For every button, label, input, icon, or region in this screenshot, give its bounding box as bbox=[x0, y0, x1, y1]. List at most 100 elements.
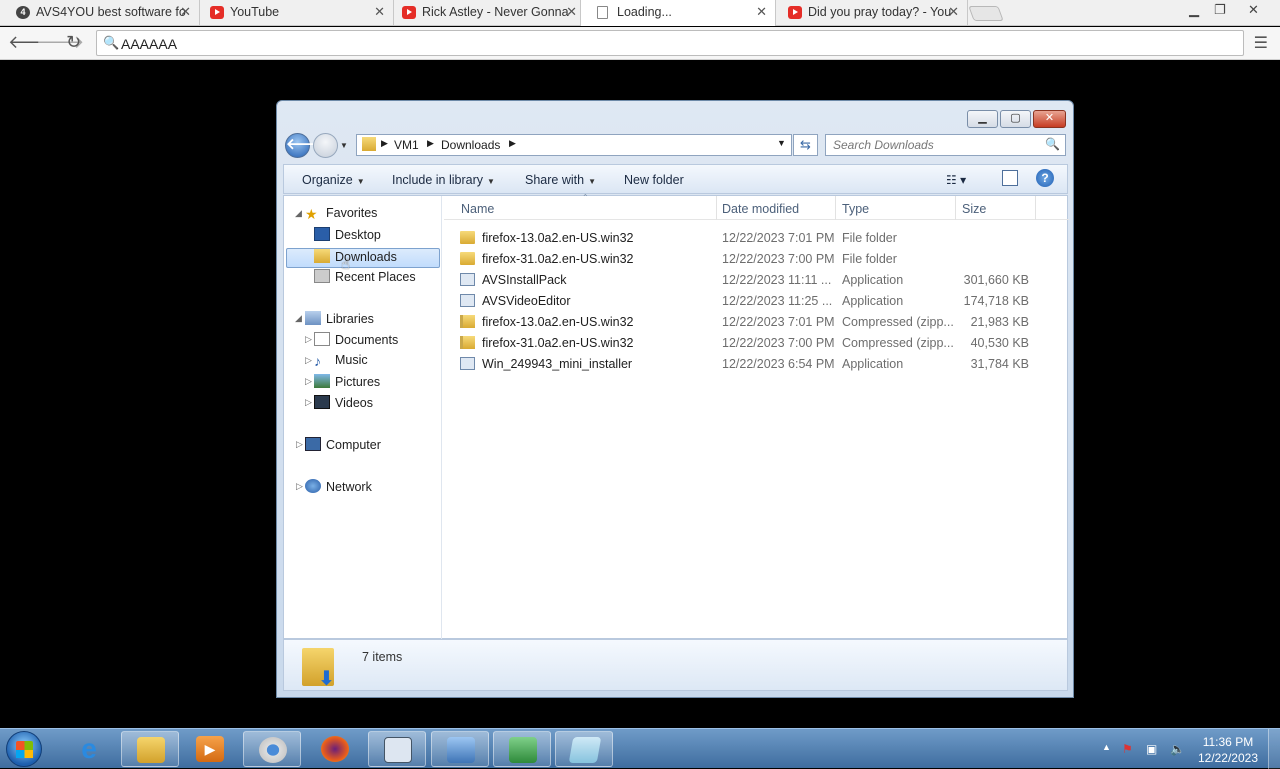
file-row[interactable]: firefox-31.0a2.en-US.win32 12/22/2023 7:0… bbox=[444, 249, 1069, 270]
expand-arrow-icon[interactable]: ▷ bbox=[305, 376, 312, 387]
show-desktop-button[interactable] bbox=[1268, 729, 1280, 769]
tab-avs4you[interactable]: 4 AVS4YOU best software fo ✕ bbox=[0, 0, 200, 26]
file-date: 12/22/2023 6:54 PM bbox=[722, 357, 835, 371]
help-icon[interactable]: ? bbox=[1036, 169, 1054, 187]
installer-icon bbox=[460, 357, 475, 370]
new-tab-button[interactable] bbox=[968, 6, 1004, 21]
expand-arrow-icon[interactable]: ▷ bbox=[296, 439, 303, 450]
action-center-icon[interactable]: ⚑ bbox=[1122, 742, 1133, 756]
column-name[interactable]: Name bbox=[461, 202, 494, 216]
nav-favorites[interactable]: ◢ ★ Favorites bbox=[295, 206, 378, 226]
expand-arrow-icon[interactable]: ▷ bbox=[305, 397, 312, 408]
tab-youtube[interactable]: YouTube ✕ bbox=[194, 0, 394, 26]
column-separator[interactable] bbox=[716, 196, 717, 220]
restore-icon[interactable]: ❐ bbox=[1214, 2, 1226, 18]
recent-pages-chevron-icon[interactable]: ▼ bbox=[340, 141, 348, 150]
collapse-arrow-icon[interactable]: ◢ bbox=[295, 313, 302, 324]
breadcrumb-downloads[interactable]: Downloads bbox=[441, 138, 500, 152]
address-bar[interactable]: ▶ VM1 ▶ Downloads ▶ ▼ bbox=[356, 134, 792, 156]
search-icon[interactable]: 🔍 bbox=[1045, 137, 1060, 151]
expand-arrow-icon[interactable]: ▷ bbox=[296, 481, 303, 492]
file-name: firefox-13.0a2.en-US.win32 bbox=[482, 315, 634, 329]
clock[interactable]: 11:36 PM 12/22/2023 bbox=[1198, 734, 1258, 766]
share-with-button[interactable]: Share with ▼ bbox=[525, 173, 596, 187]
breadcrumb-vm1[interactable]: VM1 bbox=[394, 138, 419, 152]
refresh-button[interactable]: ⇆ bbox=[793, 134, 818, 156]
volume-muted-icon[interactable]: 🔈 bbox=[1170, 742, 1185, 756]
file-row[interactable]: firefox-13.0a2.en-US.win32 12/22/2023 7:0… bbox=[444, 228, 1069, 249]
taskbar-control-panel[interactable] bbox=[431, 731, 489, 767]
chevron-down-icon: ▼ bbox=[356, 177, 365, 186]
nav-downloads[interactable]: Downloads bbox=[286, 248, 440, 268]
expand-arrow-icon[interactable]: ▷ bbox=[305, 355, 312, 366]
address-dropdown-icon[interactable]: ▼ bbox=[777, 138, 786, 148]
control-panel-icon bbox=[447, 737, 475, 763]
start-button[interactable] bbox=[6, 731, 42, 767]
details-pane: ⬇ 7 items bbox=[283, 639, 1068, 691]
column-size[interactable]: Size bbox=[962, 202, 986, 216]
reload-icon[interactable]: ↻ bbox=[66, 32, 81, 53]
column-separator[interactable] bbox=[1035, 196, 1036, 220]
nav-documents[interactable]: ▷ Documents bbox=[305, 332, 398, 352]
minimize-icon[interactable]: ▁ bbox=[1189, 2, 1199, 18]
network-status-icon[interactable]: ▣ bbox=[1146, 742, 1157, 756]
show-hidden-icons-icon[interactable]: ▲ bbox=[1102, 742, 1111, 752]
preview-pane-icon[interactable] bbox=[1002, 170, 1018, 186]
taskbar-media-player[interactable]: ▶ bbox=[181, 731, 239, 767]
column-separator[interactable] bbox=[835, 196, 836, 220]
close-tab-icon[interactable]: ✕ bbox=[566, 4, 577, 20]
organize-button[interactable]: Organize ▼ bbox=[302, 173, 365, 187]
file-date: 12/22/2023 7:01 PM bbox=[722, 315, 835, 329]
file-row[interactable]: firefox-13.0a2.en-US.win32 12/22/2023 7:0… bbox=[444, 312, 1069, 333]
application-icon bbox=[460, 273, 475, 286]
taskbar-explorer[interactable] bbox=[121, 731, 179, 767]
file-row[interactable]: Win_249943_mini_installer 12/22/2023 6:54… bbox=[444, 354, 1069, 375]
file-name: firefox-31.0a2.en-US.win32 bbox=[482, 252, 634, 266]
tab-loading[interactable]: Loading... ✕ bbox=[580, 0, 776, 26]
column-separator[interactable] bbox=[955, 196, 956, 220]
nav-pictures[interactable]: ▷ Pictures bbox=[305, 374, 380, 394]
menu-icon[interactable]: ☰ bbox=[1254, 33, 1268, 53]
taskbar-keyboard-app[interactable] bbox=[368, 731, 426, 767]
search-input[interactable]: Search Downloads 🔍 bbox=[825, 134, 1066, 156]
expand-arrow-icon[interactable]: ▷ bbox=[305, 334, 312, 345]
column-date-modified[interactable]: Date modified bbox=[722, 202, 799, 216]
taskbar-notepad[interactable] bbox=[555, 731, 613, 767]
nav-desktop[interactable]: Desktop bbox=[314, 227, 381, 247]
taskbar-chrome[interactable] bbox=[243, 731, 301, 767]
file-row[interactable]: firefox-31.0a2.en-US.win32 12/22/2023 7:0… bbox=[444, 333, 1069, 354]
taskbar-installer[interactable] bbox=[493, 731, 551, 767]
close-window-icon[interactable]: ✕ bbox=[1248, 2, 1259, 18]
forward-button[interactable] bbox=[313, 133, 338, 158]
taskbar-internet-explorer[interactable]: e bbox=[60, 731, 118, 767]
omnibox[interactable]: 🔍 AAAAAA bbox=[96, 30, 1244, 56]
nav-libraries[interactable]: ◢ Libraries bbox=[295, 311, 374, 331]
close-tab-icon[interactable]: ✕ bbox=[756, 4, 767, 20]
nav-videos[interactable]: ▷ Videos bbox=[305, 395, 373, 415]
maximize-button[interactable]: ▢ bbox=[1000, 110, 1031, 128]
close-tab-icon[interactable]: ✕ bbox=[948, 4, 959, 20]
breadcrumb-separator-icon: ▶ bbox=[381, 138, 388, 148]
omnibox-text[interactable]: AAAAAA bbox=[121, 36, 177, 52]
minimize-button[interactable]: ▁ bbox=[967, 110, 998, 128]
close-tab-icon[interactable]: ✕ bbox=[374, 4, 385, 20]
collapse-arrow-icon[interactable]: ◢ bbox=[295, 208, 302, 219]
nav-network[interactable]: ▷ Network bbox=[296, 479, 372, 499]
include-in-library-button[interactable]: Include in library ▼ bbox=[392, 173, 495, 187]
close-tab-icon[interactable]: ✕ bbox=[180, 4, 191, 20]
nav-computer[interactable]: ▷ Computer bbox=[296, 437, 381, 457]
nav-music[interactable]: ▷ ♪ Music bbox=[305, 353, 368, 373]
command-bar: Organize ▼ Include in library ▼ Share with… bbox=[283, 164, 1068, 194]
back-button[interactable]: 🡐 bbox=[285, 133, 326, 158]
taskbar-firefox[interactable] bbox=[306, 731, 364, 767]
new-folder-button[interactable]: New folder bbox=[624, 173, 684, 187]
tab-did-you-pray[interactable]: Did you pray today? - You ✕ bbox=[772, 0, 968, 26]
file-row[interactable]: AVSVideoEditor 12/22/2023 11:25 ... Applic… bbox=[444, 291, 1069, 312]
file-row[interactable]: AVSInstallPack 12/22/2023 11:11 ... Applic… bbox=[444, 270, 1069, 291]
column-type[interactable]: Type bbox=[842, 202, 869, 216]
tab-rick-astley[interactable]: Rick Astley - Never Gonna ✕ bbox=[386, 0, 586, 26]
close-button[interactable]: ✕ bbox=[1033, 110, 1066, 128]
nav-label: Favorites bbox=[326, 206, 378, 220]
change-view-icon[interactable]: ☷ ▾ bbox=[946, 173, 966, 187]
nav-recent-places[interactable]: Recent Places bbox=[314, 269, 416, 289]
